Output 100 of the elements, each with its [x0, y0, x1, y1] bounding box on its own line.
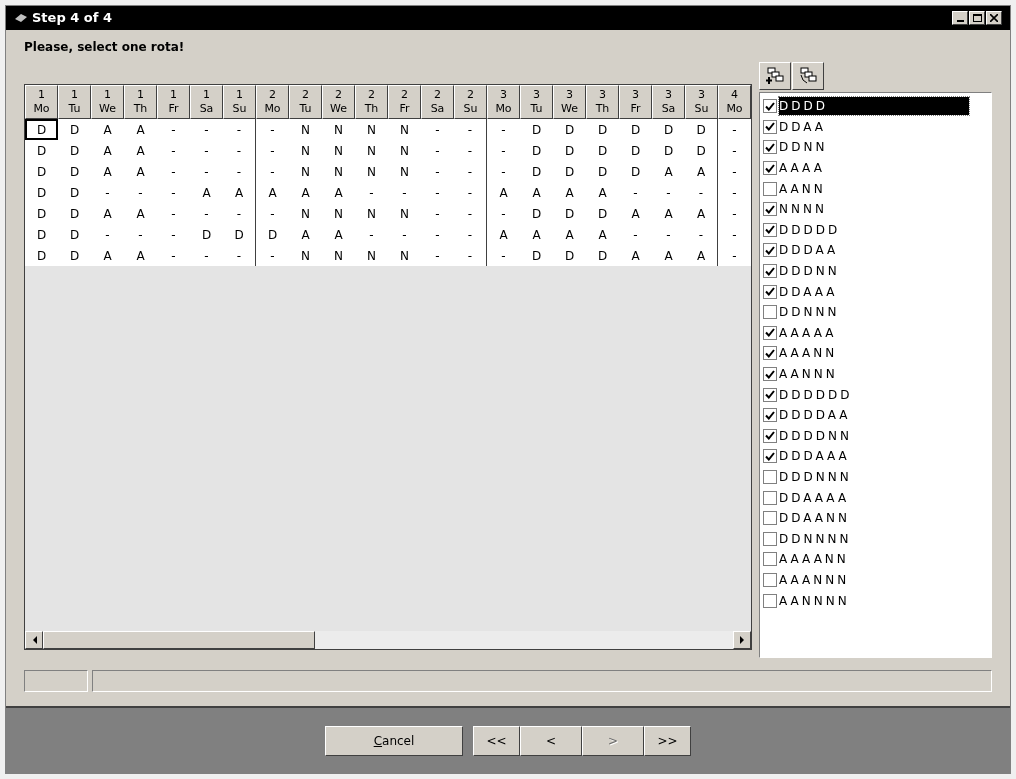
pattern-item[interactable]: AANNNN: [763, 590, 988, 611]
grid-cell[interactable]: A: [619, 203, 652, 224]
minimize-button[interactable]: [952, 11, 968, 25]
grid-cell[interactable]: D: [58, 224, 91, 245]
grid-cell[interactable]: D: [553, 245, 586, 266]
grid-cell[interactable]: D: [58, 140, 91, 161]
column-header[interactable]: 3 Tu: [520, 85, 553, 119]
grid-cell[interactable]: N: [388, 119, 421, 140]
grid-cell[interactable]: D: [25, 203, 58, 224]
grid-cell[interactable]: -: [256, 203, 289, 224]
grid-cell[interactable]: A: [652, 245, 685, 266]
pattern-item[interactable]: AAANNN: [763, 569, 988, 591]
grid-cell[interactable]: A: [124, 245, 157, 266]
checkbox[interactable]: [763, 161, 777, 176]
pattern-item[interactable]: DDDDAA: [763, 404, 988, 426]
scroll-thumb[interactable]: [43, 631, 315, 649]
column-header[interactable]: 3 Th: [586, 85, 619, 119]
grid-cell[interactable]: A: [586, 182, 619, 203]
checkbox[interactable]: [763, 367, 777, 381]
checkbox[interactable]: [763, 531, 777, 546]
scroll-left-button[interactable]: [25, 631, 43, 649]
scroll-right-button[interactable]: [733, 631, 751, 649]
grid-cell[interactable]: D: [223, 224, 256, 245]
grid-cell[interactable]: N: [289, 140, 322, 161]
pattern-item[interactable]: DDDNNN: [763, 466, 988, 488]
grid-cell[interactable]: D: [586, 119, 619, 140]
grid-cell[interactable]: N: [322, 245, 355, 266]
close-button[interactable]: [986, 11, 1002, 25]
grid-cell[interactable]: D: [553, 203, 586, 224]
grid-cell[interactable]: -: [454, 161, 487, 182]
navigation-button[interactable]: <<: [473, 725, 520, 756]
grid-cell[interactable]: A: [322, 224, 355, 245]
grid-cell[interactable]: N: [289, 203, 322, 224]
checkbox[interactable]: [763, 346, 777, 361]
grid-cell[interactable]: N: [289, 161, 322, 182]
grid-cell[interactable]: -: [619, 182, 652, 203]
grid-cell[interactable]: N: [388, 140, 421, 161]
grid-cell[interactable]: A: [553, 224, 586, 245]
grid-cell[interactable]: -: [223, 203, 256, 224]
pattern-item[interactable]: DDDDNN: [763, 425, 988, 447]
pattern-item[interactable]: DDAAA: [763, 281, 988, 302]
checkbox[interactable]: [763, 408, 777, 423]
grid-cell[interactable]: A: [91, 119, 124, 140]
grid-cell[interactable]: D: [520, 245, 553, 266]
grid-cell[interactable]: -: [421, 140, 454, 161]
maximize-button[interactable]: [969, 11, 985, 25]
pattern-item[interactable]: DDAA: [763, 116, 988, 138]
grid-cell[interactable]: -: [421, 161, 454, 182]
grid-cell[interactable]: D: [685, 140, 718, 161]
grid-cell[interactable]: D: [586, 140, 619, 161]
grid-cell[interactable]: -: [256, 161, 289, 182]
grid-cell[interactable]: -: [157, 182, 190, 203]
column-header[interactable]: 2 Sa: [421, 85, 454, 119]
grid-cell[interactable]: D: [58, 203, 91, 224]
column-header[interactable]: 1 Th: [124, 85, 157, 119]
grid-cell[interactable]: -: [223, 245, 256, 266]
grid-cell[interactable]: D: [256, 224, 289, 245]
grid-cell[interactable]: A: [124, 119, 157, 140]
grid-cell[interactable]: A: [322, 182, 355, 203]
grid-cell[interactable]: -: [454, 119, 487, 140]
grid-cell[interactable]: -: [718, 140, 751, 161]
grid-cell[interactable]: D: [553, 161, 586, 182]
grid-cell[interactable]: -: [685, 224, 718, 245]
grid-cell[interactable]: A: [190, 182, 223, 203]
grid-cell[interactable]: N: [388, 245, 421, 266]
pattern-item[interactable]: AANNN: [763, 363, 988, 385]
grid-cell[interactable]: -: [421, 182, 454, 203]
grid-cell[interactable]: -: [619, 224, 652, 245]
pattern-item[interactable]: DDAANN: [763, 507, 988, 529]
column-header[interactable]: 1 Mo: [25, 85, 58, 119]
grid-cell[interactable]: A: [91, 161, 124, 182]
grid-cell[interactable]: -: [487, 245, 520, 266]
grid-cell[interactable]: D: [58, 182, 91, 203]
pattern-item[interactable]: DDNNN: [763, 301, 988, 323]
grid-cell[interactable]: D: [520, 119, 553, 140]
grid-cell[interactable]: -: [157, 224, 190, 245]
column-header[interactable]: 1 Fr: [157, 85, 190, 119]
column-header[interactable]: 3 Fr: [619, 85, 652, 119]
checkbox[interactable]: [763, 222, 777, 237]
grid-cell[interactable]: A: [91, 140, 124, 161]
grid-cell[interactable]: N: [355, 245, 388, 266]
column-header[interactable]: 3 Mo: [487, 85, 520, 119]
grid-cell[interactable]: -: [91, 224, 124, 245]
grid-cell[interactable]: N: [322, 140, 355, 161]
checkbox[interactable]: [763, 449, 777, 464]
grid-cell[interactable]: -: [421, 203, 454, 224]
grid-cell[interactable]: N: [322, 161, 355, 182]
grid-cell[interactable]: D: [520, 161, 553, 182]
grid-cell[interactable]: A: [619, 245, 652, 266]
grid-cell[interactable]: -: [388, 182, 421, 203]
grid-cell[interactable]: -: [718, 224, 751, 245]
grid-cell[interactable]: A: [91, 203, 124, 224]
checkbox[interactable]: [763, 552, 777, 567]
column-header[interactable]: 4 Mo: [718, 85, 751, 119]
grid-cell[interactable]: A: [487, 224, 520, 245]
checkbox[interactable]: [763, 284, 777, 299]
grid-cell[interactable]: A: [586, 224, 619, 245]
grid-cell[interactable]: A: [685, 161, 718, 182]
checkbox[interactable]: [763, 470, 777, 484]
grid-cell[interactable]: -: [157, 161, 190, 182]
